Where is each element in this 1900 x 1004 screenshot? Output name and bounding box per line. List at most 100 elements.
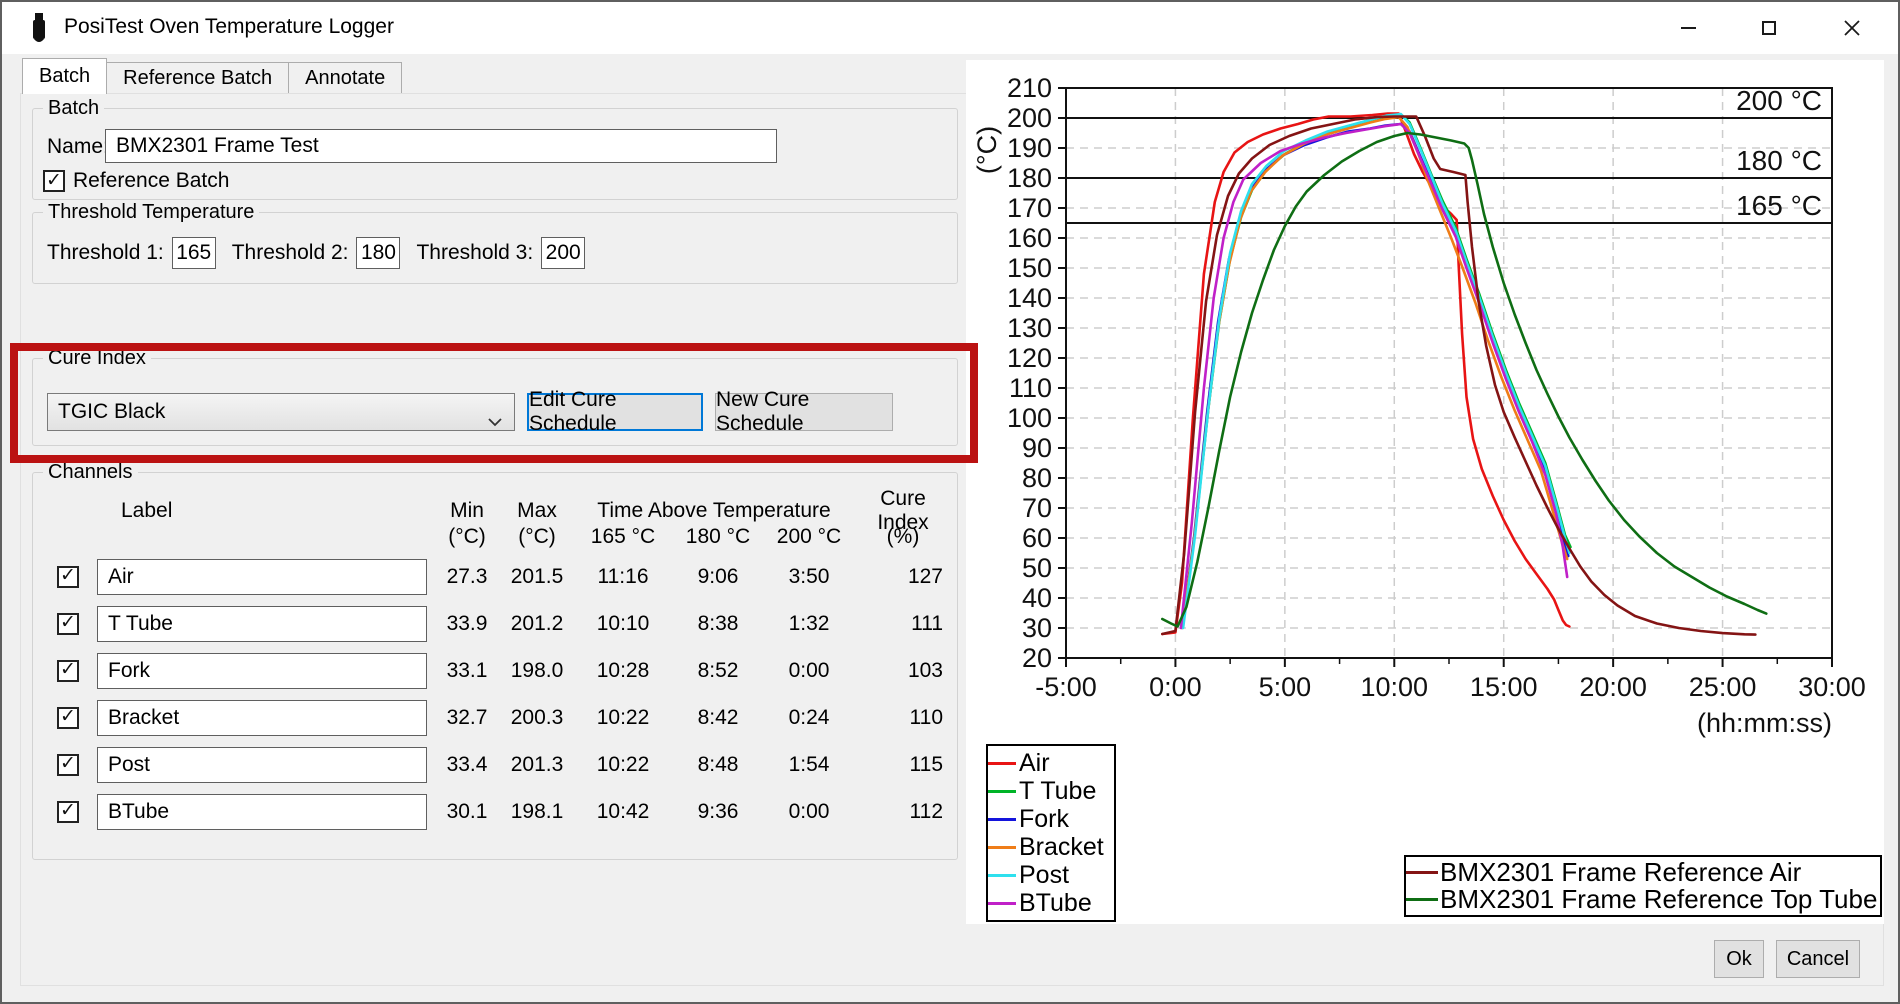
channel-time-above-180: 9:36: [673, 800, 763, 824]
legend-label: Post: [1019, 861, 1069, 890]
legend-item: Fork: [988, 805, 1104, 833]
svg-text:170: 170: [1007, 193, 1052, 223]
cure-schedule-select[interactable]: TGIC Black: [47, 393, 515, 431]
tab-reference-batch[interactable]: Reference Batch: [106, 62, 289, 94]
legend-line-swatch: [988, 818, 1016, 821]
channels-group: Channels Label Min Max Time Above Temper…: [32, 472, 958, 860]
channel-time-above-165: 10:22: [573, 753, 673, 777]
threshold-1-label: Threshold 1:: [47, 241, 164, 265]
title-bar: PosiTest Oven Temperature Logger: [2, 2, 1898, 54]
reference-batch-checkbox[interactable]: ✓: [43, 170, 65, 192]
channel-cure-index: 110: [855, 706, 951, 730]
channel-cure-index: 111: [855, 612, 951, 636]
channel-min-value: 33.4: [433, 753, 501, 777]
legend-item: Post: [988, 861, 1104, 889]
new-cure-schedule-button[interactable]: New Cure Schedule: [715, 393, 893, 431]
svg-text:150: 150: [1007, 253, 1052, 283]
ok-button[interactable]: Ok: [1714, 940, 1764, 978]
header-max-unit: (°C): [501, 525, 573, 549]
channel-time-above-180: 8:42: [673, 706, 763, 730]
legend-label: Fork: [1019, 805, 1069, 834]
threshold-group-label: Threshold Temperature: [43, 201, 259, 224]
channel-checkbox[interactable]: ✓: [57, 566, 79, 588]
legend-item: Bracket: [988, 833, 1104, 861]
header-min: Min: [433, 499, 501, 523]
maximize-icon: [1762, 21, 1776, 35]
channel-time-above-180: 8:52: [673, 659, 763, 683]
edit-cure-schedule-button[interactable]: Edit Cure Schedule: [527, 393, 703, 431]
channel-label-input[interactable]: Bracket: [97, 700, 427, 736]
legend-item: BMX2301 Frame Reference Air: [1406, 859, 1874, 886]
legend-line-swatch: [988, 902, 1016, 905]
threshold-3-field[interactable]: 200: [541, 237, 585, 269]
temperature-chart-panel: -5:000:005:0010:0015:0020:0025:0030:0020…: [966, 60, 1884, 924]
channel-label-input[interactable]: Post: [97, 747, 427, 783]
cure-index-group: Cure Index TGIC Black Edit Cure Schedule…: [32, 358, 958, 446]
check-icon: ✓: [60, 707, 76, 726]
check-icon: ✓: [60, 801, 76, 820]
channel-checkbox[interactable]: ✓: [57, 660, 79, 682]
threshold-2-label: Threshold 2:: [232, 241, 349, 265]
app-window: PosiTest Oven Temperature Logger Batch R…: [0, 0, 1900, 1004]
svg-text:100: 100: [1007, 403, 1052, 433]
svg-text:(hh:mm:ss): (hh:mm:ss): [1697, 708, 1832, 738]
header-180: 180 °C: [673, 525, 763, 549]
channel-label-input[interactable]: T Tube: [97, 606, 427, 642]
channel-label-input[interactable]: Fork: [97, 653, 427, 689]
svg-text:20:00: 20:00: [1579, 672, 1647, 702]
check-icon: ✓: [60, 566, 76, 585]
svg-text:210: 210: [1007, 73, 1052, 103]
check-icon: ✓: [60, 660, 76, 679]
channel-time-above-200: 0:00: [763, 800, 855, 824]
channel-label-input[interactable]: BTube: [97, 794, 427, 830]
svg-text:130: 130: [1007, 313, 1052, 343]
window-title: PosiTest Oven Temperature Logger: [64, 15, 394, 39]
threshold-1-value: 165: [176, 241, 211, 265]
svg-text:160: 160: [1007, 223, 1052, 253]
threshold-temperature-group: Threshold Temperature Threshold 1: 165 T…: [32, 212, 958, 284]
channel-row: ✓ Bracket 32.7 200.3 10:22 8:42 0:24 110: [39, 694, 955, 741]
header-cure-unit: (%): [855, 525, 951, 549]
channel-checkbox[interactable]: ✓: [57, 707, 79, 729]
tab-batch[interactable]: Batch: [22, 58, 107, 94]
channel-label-value: Bracket: [108, 706, 179, 730]
channel-min-value: 33.9: [433, 612, 501, 636]
svg-text:180 °C: 180 °C: [1736, 145, 1822, 176]
check-icon: ✓: [46, 171, 62, 190]
channel-label-value: Fork: [108, 659, 150, 683]
channel-max-value: 201.2: [501, 612, 573, 636]
close-button[interactable]: [1824, 8, 1880, 48]
svg-text:60: 60: [1022, 523, 1052, 553]
legend-line-swatch: [988, 874, 1016, 877]
channel-time-above-165: 10:28: [573, 659, 673, 683]
cure-index-group-label: Cure Index: [43, 347, 151, 370]
channels-header-row-1: Label Min Max Time Above Temperature Cur…: [39, 487, 955, 520]
channel-label-value: Post: [108, 753, 150, 777]
threshold-1-field[interactable]: 165: [172, 237, 216, 269]
minimize-button[interactable]: [1660, 8, 1716, 48]
reference-batch-label: Reference Batch: [73, 169, 229, 193]
close-icon: [1844, 20, 1860, 36]
channel-checkbox[interactable]: ✓: [57, 754, 79, 776]
svg-text:20: 20: [1022, 643, 1052, 673]
tab-annotate[interactable]: Annotate: [288, 62, 402, 94]
legend-item: BTube: [988, 889, 1104, 917]
svg-text:200 °C: 200 °C: [1736, 85, 1822, 116]
channels-header-row-2: (°C) (°C) 165 °C 180 °C 200 °C (%): [39, 520, 955, 553]
channel-checkbox[interactable]: ✓: [57, 613, 79, 635]
svg-text:25:00: 25:00: [1689, 672, 1757, 702]
cancel-button[interactable]: Cancel: [1776, 940, 1860, 978]
header-label: Label: [97, 499, 433, 523]
channel-checkbox[interactable]: ✓: [57, 801, 79, 823]
threshold-2-value: 180: [361, 241, 396, 265]
batch-group-label: Batch: [43, 97, 104, 120]
threshold-2-field[interactable]: 180: [356, 237, 400, 269]
maximize-button[interactable]: [1741, 8, 1797, 48]
batch-name-field[interactable]: BMX2301 Frame Test: [105, 129, 777, 163]
svg-text:120: 120: [1007, 343, 1052, 373]
channel-min-value: 30.1: [433, 800, 501, 824]
channel-time-above-200: 0:00: [763, 659, 855, 683]
channel-time-above-165: 10:22: [573, 706, 673, 730]
channel-time-above-165: 11:16: [573, 565, 673, 589]
channel-label-input[interactable]: Air: [97, 559, 427, 595]
